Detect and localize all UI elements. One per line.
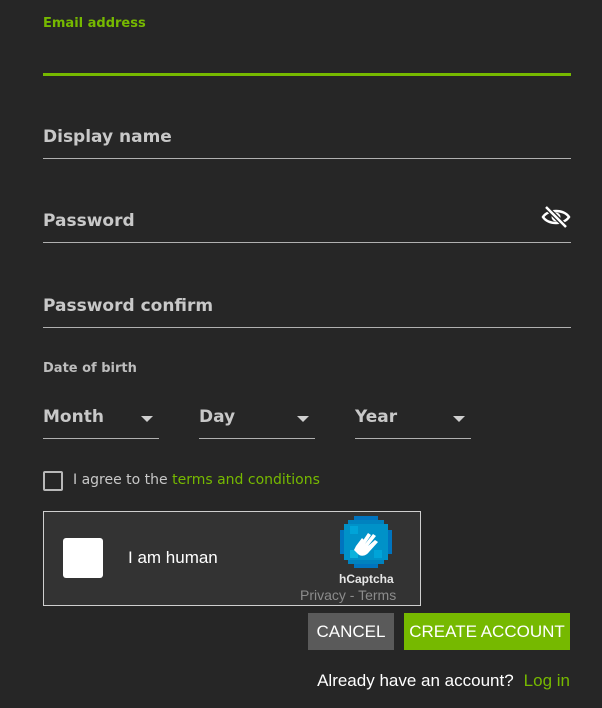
password-confirm-label: Password confirm bbox=[43, 296, 214, 316]
email-label: Email address bbox=[43, 16, 146, 31]
captcha-privacy-link[interactable]: Privacy bbox=[300, 587, 346, 603]
day-select[interactable]: Day bbox=[199, 398, 315, 439]
cancel-button[interactable]: CANCEL bbox=[308, 613, 394, 650]
chevron-down-icon bbox=[453, 416, 465, 422]
already-have-account-text: Already have an account? bbox=[317, 671, 514, 690]
password-confirm-field[interactable]: Password confirm bbox=[43, 295, 571, 329]
agree-text: I agree to the terms and conditions bbox=[73, 472, 320, 488]
hcaptcha-hand-icon bbox=[340, 516, 392, 568]
day-select-value: Day bbox=[199, 407, 236, 427]
captcha-terms-link[interactable]: Terms bbox=[358, 587, 396, 603]
hcaptcha-widget: I am human hCaptcha Privacy - Terms bbox=[43, 511, 421, 606]
display-name-underline bbox=[43, 158, 571, 159]
email-field[interactable]: Email address bbox=[43, 16, 571, 76]
agree-prefix: I agree to the bbox=[73, 472, 168, 488]
password-confirm-underline bbox=[43, 327, 571, 328]
year-select-value: Year bbox=[355, 407, 398, 427]
login-prompt: Already have an account? Log in bbox=[317, 671, 570, 691]
display-name-field[interactable]: Display name bbox=[43, 126, 571, 160]
captcha-separator: - bbox=[345, 587, 359, 603]
create-account-button[interactable]: CREATE ACCOUNT bbox=[404, 613, 570, 650]
hcaptcha-brand: hCaptcha bbox=[339, 572, 394, 586]
dob-label: Date of birth bbox=[43, 361, 137, 376]
agree-checkbox[interactable] bbox=[43, 471, 63, 491]
terms-link[interactable]: terms and conditions bbox=[172, 472, 320, 488]
year-select[interactable]: Year bbox=[355, 398, 471, 439]
captcha-links: Privacy - Terms bbox=[300, 587, 396, 603]
captcha-checkbox[interactable] bbox=[63, 538, 103, 578]
display-name-label: Display name bbox=[43, 127, 172, 147]
password-label: Password bbox=[43, 211, 135, 231]
password-field[interactable]: Password bbox=[43, 205, 571, 243]
month-select[interactable]: Month bbox=[43, 398, 159, 439]
month-select-value: Month bbox=[43, 407, 104, 427]
eye-slash-icon[interactable] bbox=[541, 205, 571, 229]
email-underline bbox=[43, 73, 571, 76]
captcha-label: I am human bbox=[128, 548, 218, 567]
login-link[interactable]: Log in bbox=[524, 671, 570, 690]
password-underline bbox=[43, 242, 571, 243]
chevron-down-icon bbox=[141, 416, 153, 422]
chevron-down-icon bbox=[297, 416, 309, 422]
